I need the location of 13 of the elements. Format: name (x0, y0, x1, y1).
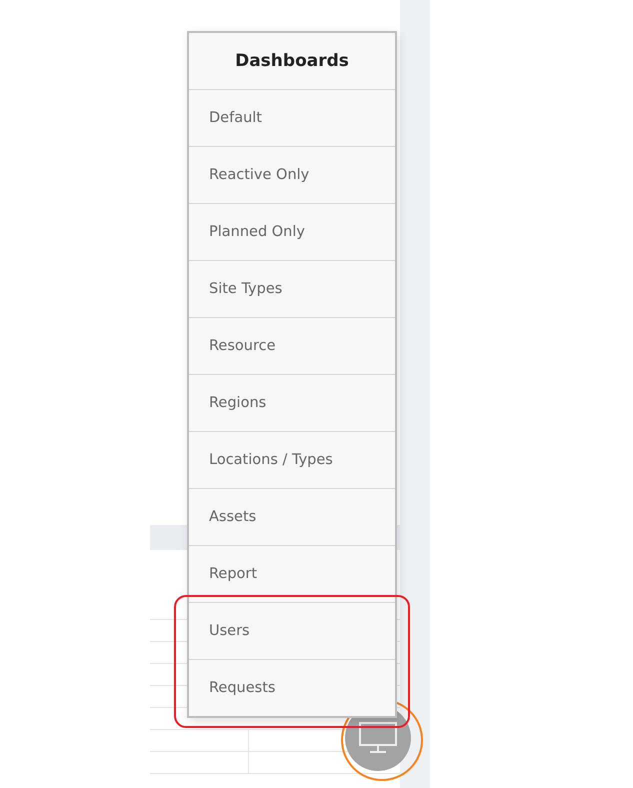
menu-item[interactable]: Users (189, 603, 395, 660)
menu-item[interactable]: Report (189, 546, 395, 603)
menu-item[interactable]: Default (189, 90, 395, 147)
menu-item[interactable]: Reactive Only (189, 147, 395, 204)
menu-item[interactable]: Planned Only (189, 204, 395, 261)
menu-item[interactable]: Assets (189, 489, 395, 546)
menu-item[interactable]: Resource (189, 318, 395, 375)
menu-item[interactable]: Requests (189, 660, 395, 716)
menu-title: Dashboards (189, 33, 395, 90)
monitor-icon (358, 721, 398, 755)
menu-item[interactable]: Locations / Types (189, 432, 395, 489)
menu-item[interactable]: Site Types (189, 261, 395, 318)
menu-item[interactable]: Regions (189, 375, 395, 432)
